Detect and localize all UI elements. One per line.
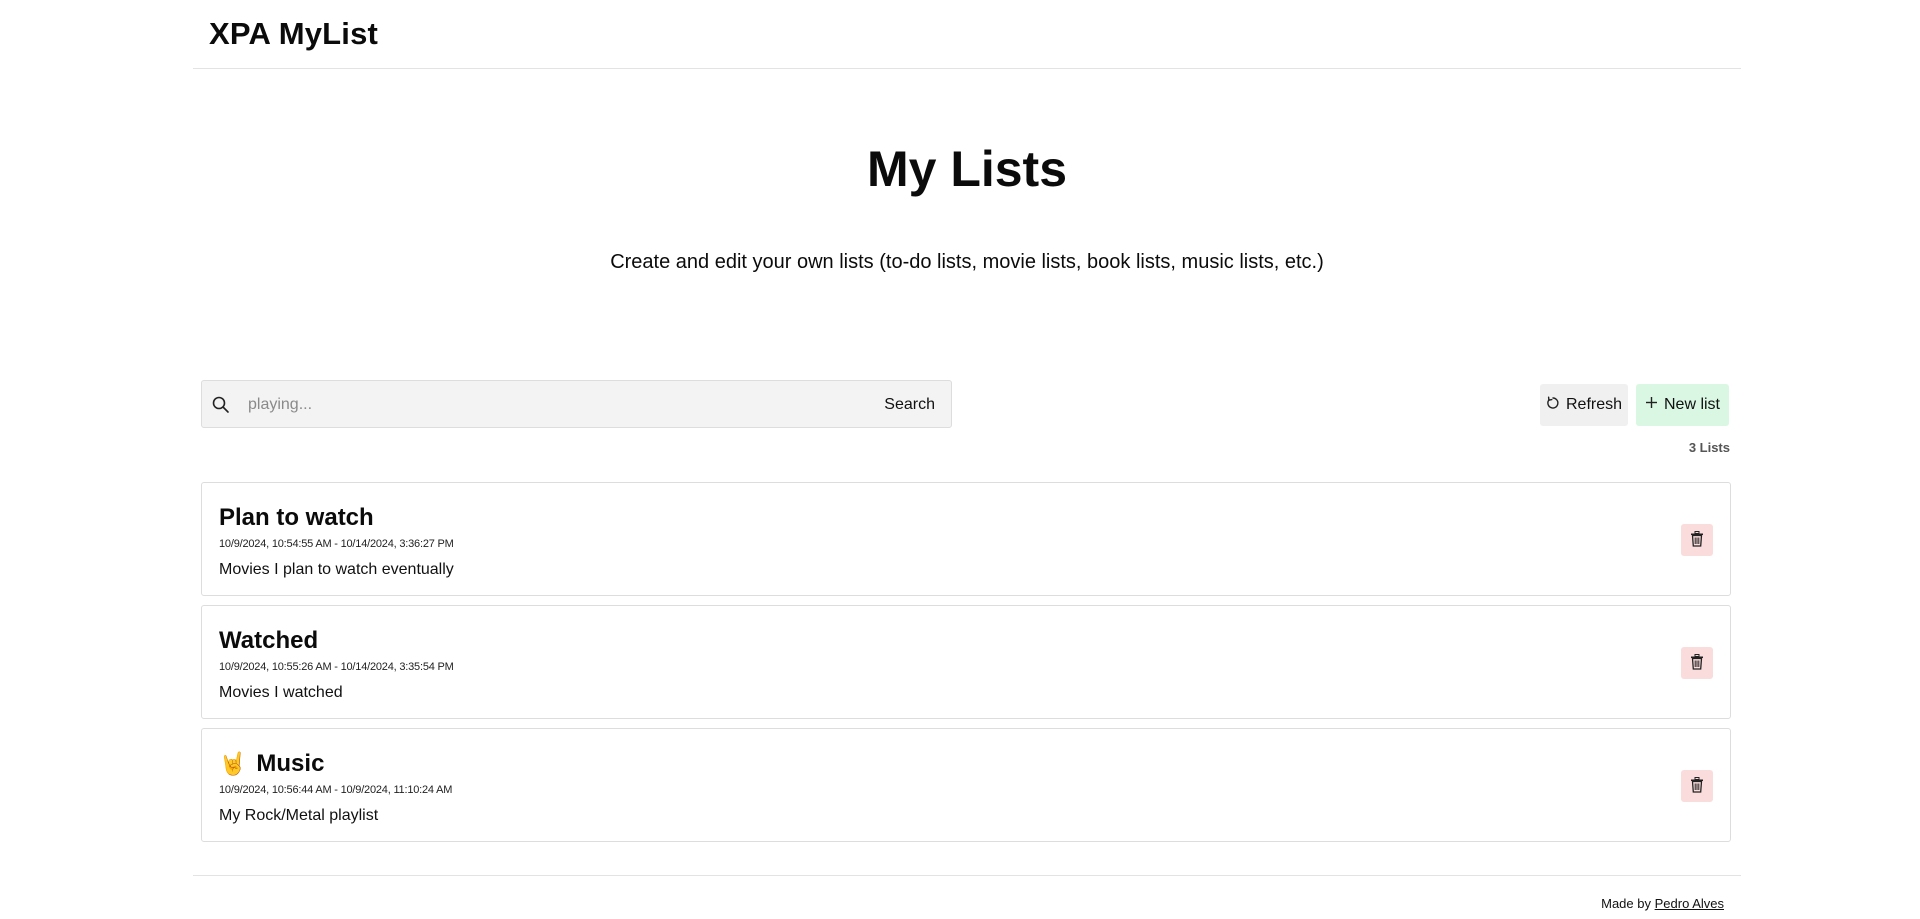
list-dates: 10/9/2024, 10:55:26 AM - 10/14/2024, 3:3… <box>219 661 454 673</box>
list-description: Movies I plan to watch eventually <box>219 561 454 578</box>
delete-list-button[interactable] <box>1681 770 1713 802</box>
delete-list-button[interactable] <box>1681 647 1713 679</box>
plus-icon <box>1645 396 1658 414</box>
list-title: 🤘 Music <box>219 750 325 777</box>
search-button[interactable]: Search <box>882 391 937 419</box>
list-description: My Rock/Metal playlist <box>219 807 379 824</box>
refresh-button[interactable]: Refresh <box>1540 384 1628 426</box>
refresh-label: Refresh <box>1565 396 1623 413</box>
list-card[interactable]: 🤘 Music 10/9/2024, 10:56:44 AM - 10/9/20… <box>201 728 1731 842</box>
list-card[interactable]: Watched 10/9/2024, 10:55:26 AM - 10/14/2… <box>201 605 1731 719</box>
page-subtitle: Create and edit your own lists (to-do li… <box>610 251 1324 273</box>
delete-list-button[interactable] <box>1681 524 1713 556</box>
trash-icon <box>1690 530 1704 550</box>
new-list-button[interactable]: New list <box>1636 384 1729 426</box>
list-description: Movies I watched <box>219 684 343 701</box>
page-title: My Lists <box>866 141 1068 197</box>
brand-link[interactable]: XPA MyList <box>209 16 378 52</box>
list-dates: 10/9/2024, 10:54:55 AM - 10/14/2024, 3:3… <box>219 538 454 550</box>
list-title: Watched <box>219 627 319 654</box>
list-card[interactable]: Plan to watch 10/9/2024, 10:54:55 AM - 1… <box>201 482 1731 596</box>
refresh-icon <box>1546 396 1560 415</box>
list-title: Plan to watch <box>219 504 374 531</box>
trash-icon <box>1690 776 1704 796</box>
list-count: 3 Lists <box>1688 440 1730 455</box>
search-icon <box>211 395 231 415</box>
page: XPA MyList My Lists Create and edit your… <box>0 0 1920 919</box>
new-list-label: New list <box>1663 396 1720 413</box>
author-link[interactable]: Pedro Alves <box>1655 896 1724 911</box>
list-emoji: 🤘 <box>219 751 247 776</box>
trash-icon <box>1690 653 1704 673</box>
site-footer: Made by Pedro Alves <box>193 875 1741 919</box>
made-by-label: Made by <box>1601 896 1651 911</box>
footer-credit: Made by Pedro Alves <box>1601 896 1724 911</box>
search-bar: Search <box>201 380 952 428</box>
search-input[interactable] <box>246 389 810 421</box>
site-header: XPA MyList <box>193 0 1741 69</box>
list-dates: 10/9/2024, 10:56:44 AM - 10/9/2024, 11:1… <box>219 784 453 796</box>
